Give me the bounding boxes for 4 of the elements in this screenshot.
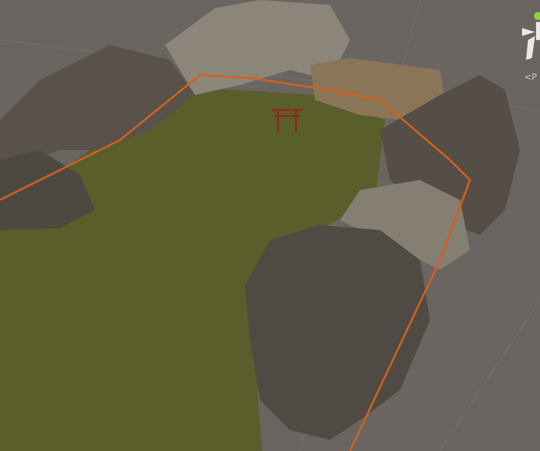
projection-label[interactable]: <P: [524, 73, 537, 83]
scene-viewport[interactable]: <P: [0, 0, 540, 451]
torii-gate-icon: [272, 109, 302, 132]
orientation-gizmo-icon: [522, 12, 540, 60]
